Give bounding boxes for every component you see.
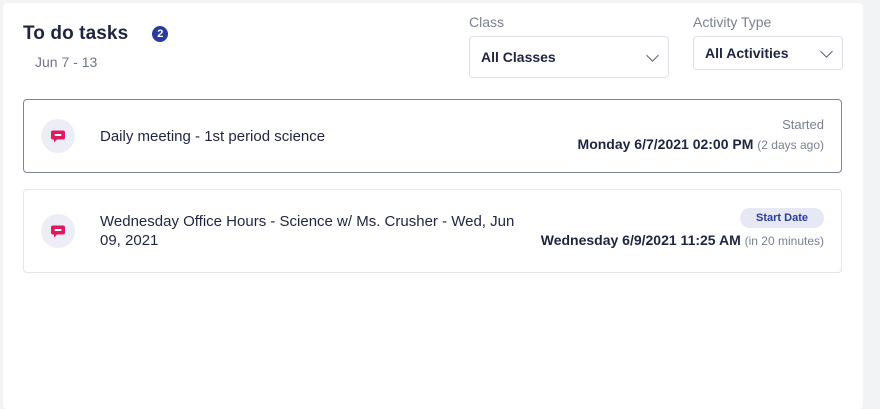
todo-panel: To do tasks 2 Jun 7 - 13 Class All Class… bbox=[3, 3, 863, 409]
task-card[interactable]: Daily meeting - 1st period science Start… bbox=[23, 99, 842, 173]
class-filter-label: Class bbox=[469, 14, 505, 30]
task-datetime: Monday 6/7/2021 02:00 PM (2 days ago) bbox=[578, 136, 824, 152]
chevron-down-icon bbox=[820, 44, 833, 58]
chat-bubble-icon bbox=[41, 119, 75, 153]
task-card[interactable]: Wednesday Office Hours - Science w/ Ms. … bbox=[23, 189, 842, 273]
task-title-line: Wednesday Office Hours - Science w/ Ms. … bbox=[100, 213, 515, 230]
chat-bubble-icon bbox=[41, 214, 75, 248]
relative-time: (2 days ago) bbox=[757, 138, 824, 152]
activity-type-select[interactable]: All Activities bbox=[693, 36, 843, 70]
class-filter: Class All Classes bbox=[469, 14, 669, 78]
task-meta: Start Date Wednesday 6/9/2021 11:25 AM (… bbox=[541, 208, 824, 248]
class-select-value: All Classes bbox=[481, 49, 556, 65]
task-datetime: Wednesday 6/9/2021 11:25 AM (in 20 minut… bbox=[541, 232, 824, 248]
relative-time: (in 20 minutes) bbox=[744, 234, 824, 248]
task-title: Wednesday Office Hours - Science w/ Ms. … bbox=[100, 212, 514, 250]
datetime-value: Wednesday 6/9/2021 11:25 AM bbox=[540, 232, 741, 248]
task-title-line: 09, 2021 bbox=[100, 232, 159, 249]
date-range: Jun 7 - 13 bbox=[35, 54, 98, 70]
task-title: Daily meeting - 1st period science bbox=[100, 128, 326, 145]
activity-type-filter: Activity Type All Activities bbox=[693, 14, 843, 70]
class-select[interactable]: All Classes bbox=[469, 36, 669, 78]
page-title: To do tasks bbox=[23, 23, 129, 44]
datetime-value: Monday 6/7/2021 02:00 PM bbox=[577, 136, 754, 152]
header: To do tasks 2 bbox=[23, 23, 169, 45]
start-date-badge: Start Date bbox=[740, 208, 824, 228]
task-meta: Started Monday 6/7/2021 02:00 PM (2 days… bbox=[578, 117, 824, 152]
status-label: Started bbox=[782, 117, 824, 132]
chevron-down-icon bbox=[646, 48, 659, 62]
activity-type-filter-label: Activity Type bbox=[693, 14, 772, 30]
activity-type-select-value: All Activities bbox=[705, 45, 789, 61]
task-count-badge: 2 bbox=[152, 26, 169, 42]
